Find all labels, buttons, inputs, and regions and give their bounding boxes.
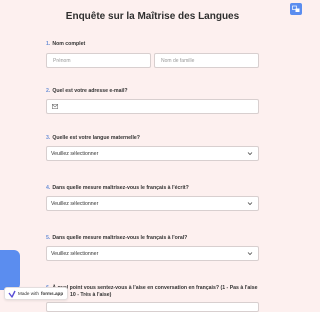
question-2-label: 2. Quel est votre adresse e-mail? xyxy=(46,88,128,94)
email-icon xyxy=(52,104,58,109)
question-1-label: 1. Nom complet xyxy=(46,41,86,47)
question-2: 2. Quel est votre adresse e-mail? xyxy=(46,88,259,95)
native-language-select[interactable]: Veuillez sélectionner xyxy=(46,146,259,161)
question-4: 4. Dans quelle mesure maîtrisez-vous le f… xyxy=(46,185,259,192)
written-french-select[interactable]: Veuillez sélectionner xyxy=(46,196,259,211)
last-name-field[interactable]: Nom de famille xyxy=(154,53,259,68)
chevron-down-icon xyxy=(247,202,253,206)
question-3: 3. Quelle est votre langue maternelle? xyxy=(46,135,259,142)
translate-icon xyxy=(292,5,300,12)
question-6-label: 6.À quel point vous sentez-vous à l'aise… xyxy=(46,285,258,298)
question-1: 1. Nom complet xyxy=(46,41,259,48)
question-3-label: 3. Quelle est votre langue maternelle? xyxy=(46,135,140,141)
comfort-scale-field[interactable] xyxy=(46,302,259,312)
side-tab[interactable] xyxy=(0,250,20,290)
forms-app-badge[interactable]: Made with forms.app xyxy=(4,287,69,300)
oral-french-select[interactable]: Veuillez sélectionner xyxy=(46,246,259,261)
question-4-label: 4. Dans quelle mesure maîtrisez-vous le f… xyxy=(46,185,189,191)
chevron-down-icon xyxy=(247,252,253,256)
question-5: 5. Dans quelle mesure maîtrisez-vous le f… xyxy=(46,235,259,242)
forms-app-logo-icon xyxy=(8,290,16,298)
page-title: Enquête sur la Maîtrise des Langues xyxy=(65,11,240,22)
email-field[interactable] xyxy=(46,99,259,114)
question-6: 6.À quel point vous sentez-vous à l'aise… xyxy=(46,285,259,299)
chevron-down-icon xyxy=(247,152,253,156)
translate-button[interactable] xyxy=(290,3,302,15)
first-name-field[interactable]: Prénom xyxy=(46,53,151,68)
question-5-label: 5. Dans quelle mesure maîtrisez-vous le f… xyxy=(46,235,188,241)
